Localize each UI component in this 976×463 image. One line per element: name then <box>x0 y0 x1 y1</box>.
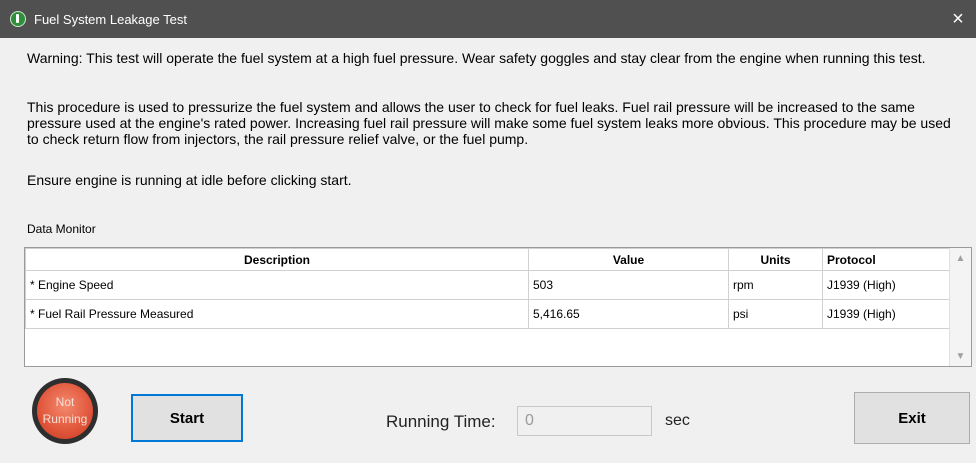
column-header-protocol[interactable]: Protocol <box>822 248 956 271</box>
scroll-up-icon[interactable]: ▲ <box>950 250 971 266</box>
column-header-description[interactable]: Description <box>25 248 529 271</box>
cell-description: * Engine Speed <box>25 270 529 300</box>
column-header-units[interactable]: Units <box>728 248 823 271</box>
cell-units: rpm <box>728 270 823 300</box>
running-time-label: Running Time: <box>386 412 496 431</box>
data-monitor-label: Data Monitor <box>27 222 96 236</box>
cell-protocol: J1939 (High) <box>822 299 956 329</box>
running-status-indicator: Not Running <box>32 378 98 444</box>
app-status-icon <box>10 11 26 27</box>
cell-value: 5,416.65 <box>528 299 729 329</box>
start-button[interactable]: Start <box>131 394 243 442</box>
cell-units: psi <box>728 299 823 329</box>
data-monitor-table: Description Value Units Protocol * Engin… <box>25 248 956 329</box>
title-bar: Fuel System Leakage Test × <box>0 0 976 38</box>
scroll-down-icon[interactable]: ▼ <box>950 348 971 364</box>
vertical-scrollbar[interactable]: ▲ ▼ <box>949 248 971 366</box>
table-header-row: Description Value Units Protocol <box>25 248 956 271</box>
window-title: Fuel System Leakage Test <box>34 11 187 27</box>
status-text-line1: Not <box>55 395 75 409</box>
status-text-line2: Running <box>42 412 88 426</box>
cell-value: 503 <box>528 270 729 300</box>
ensure-idle-text: Ensure engine is running at idle before … <box>27 172 352 188</box>
dialog-content: Warning: This test will operate the fuel… <box>0 38 976 463</box>
running-time-field[interactable] <box>517 406 652 436</box>
close-button[interactable]: × <box>940 0 976 38</box>
status-light: Not Running <box>37 383 93 439</box>
running-time-unit: sec <box>665 412 690 429</box>
exit-button[interactable]: Exit <box>854 392 970 444</box>
column-header-value[interactable]: Value <box>528 248 729 271</box>
warning-text: Warning: This test will operate the fuel… <box>27 50 926 66</box>
table-row[interactable]: * Fuel Rail Pressure Measured 5,416.65 p… <box>25 299 956 329</box>
procedure-text: This procedure is used to pressurize the… <box>27 99 951 147</box>
data-monitor-grid[interactable]: Description Value Units Protocol * Engin… <box>24 247 972 367</box>
table-row[interactable]: * Engine Speed 503 rpm J1939 (High) <box>25 270 956 300</box>
cell-protocol: J1939 (High) <box>822 270 956 300</box>
cell-description: * Fuel Rail Pressure Measured <box>25 299 529 329</box>
